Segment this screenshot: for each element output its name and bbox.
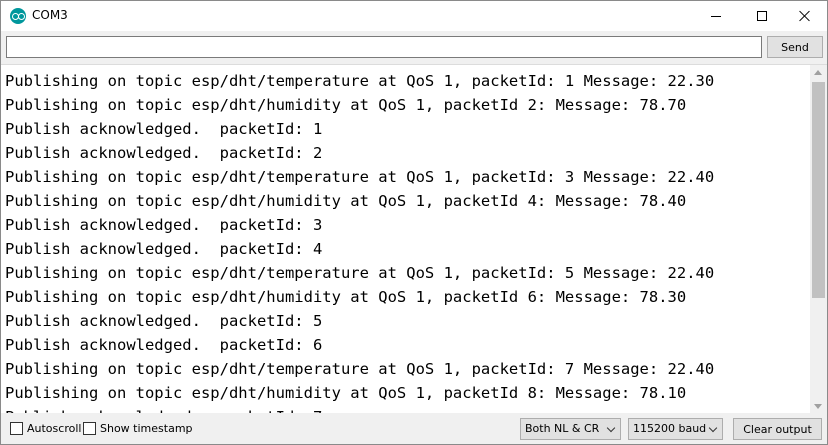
output-line: Publishing on topic esp/dht/temperature … bbox=[5, 72, 715, 90]
autoscroll-label: Autoscroll bbox=[27, 422, 82, 435]
timestamp-label: Show timestamp bbox=[100, 422, 193, 435]
scroll-thumb[interactable] bbox=[812, 82, 825, 298]
minimize-icon bbox=[711, 15, 721, 17]
chevron-down-icon bbox=[606, 423, 616, 433]
output-line: Publish acknowledged. packetId: 2 bbox=[5, 144, 323, 162]
output-line: Publishing on topic esp/dht/temperature … bbox=[5, 264, 715, 282]
scroll-down-icon[interactable] bbox=[814, 404, 822, 409]
output-line: Publishing on topic esp/dht/humidity at … bbox=[5, 192, 687, 210]
output-line: Publishing on topic esp/dht/humidity at … bbox=[5, 288, 687, 306]
output-line: Publishing on topic esp/dht/humidity at … bbox=[5, 384, 687, 402]
timestamp-checkbox[interactable] bbox=[83, 422, 96, 435]
line-ending-select[interactable]: Both NL & CR bbox=[520, 418, 621, 440]
chevron-down-icon bbox=[708, 423, 718, 433]
serial-input[interactable] bbox=[6, 36, 762, 58]
output-line: Publish acknowledged. packetId: 5 bbox=[5, 312, 323, 330]
output-line: Publishing on topic esp/dht/temperature … bbox=[5, 360, 715, 378]
serial-monitor-window: COM3 Send Publishing on topic esp/dht/te… bbox=[0, 0, 828, 445]
arduino-icon bbox=[10, 8, 26, 24]
line-ending-value: Both NL & CR bbox=[525, 422, 600, 435]
output-line: Publish acknowledged. packetId: 3 bbox=[5, 216, 323, 234]
serial-output[interactable]: Publishing on topic esp/dht/temperature … bbox=[1, 64, 827, 413]
output-line: Publishing on topic esp/dht/humidity at … bbox=[5, 96, 687, 114]
scroll-up-icon[interactable] bbox=[814, 70, 822, 75]
title-bar[interactable]: COM3 bbox=[1, 1, 827, 31]
output-line: Publishing on topic esp/dht/temperature … bbox=[5, 168, 715, 186]
bottom-bar: Autoscroll Show timestamp Both NL & CR 1… bbox=[1, 413, 827, 444]
window-title: COM3 bbox=[32, 8, 68, 22]
output-line: Publish acknowledged. packetId: 6 bbox=[5, 336, 323, 354]
minimize-button[interactable] bbox=[693, 1, 739, 31]
maximize-button[interactable] bbox=[739, 1, 785, 31]
output-line: Publish acknowledged. packetId: 7 bbox=[5, 405, 805, 413]
baud-rate-select[interactable]: 115200 baud bbox=[628, 418, 723, 440]
output-line: Publish acknowledged. packetId: 1 bbox=[5, 120, 323, 138]
close-button[interactable] bbox=[781, 1, 827, 31]
autoscroll-checkbox[interactable] bbox=[10, 422, 23, 435]
close-icon bbox=[798, 10, 810, 22]
clear-output-button[interactable]: Clear output bbox=[733, 418, 822, 440]
output-line: Publish acknowledged. packetId: 4 bbox=[5, 240, 323, 258]
output-lines: Publishing on topic esp/dht/temperature … bbox=[5, 69, 805, 413]
vertical-scrollbar[interactable] bbox=[810, 65, 827, 413]
baud-rate-value: 115200 baud bbox=[633, 422, 707, 435]
send-button[interactable]: Send bbox=[767, 36, 823, 58]
maximize-icon bbox=[757, 11, 767, 21]
